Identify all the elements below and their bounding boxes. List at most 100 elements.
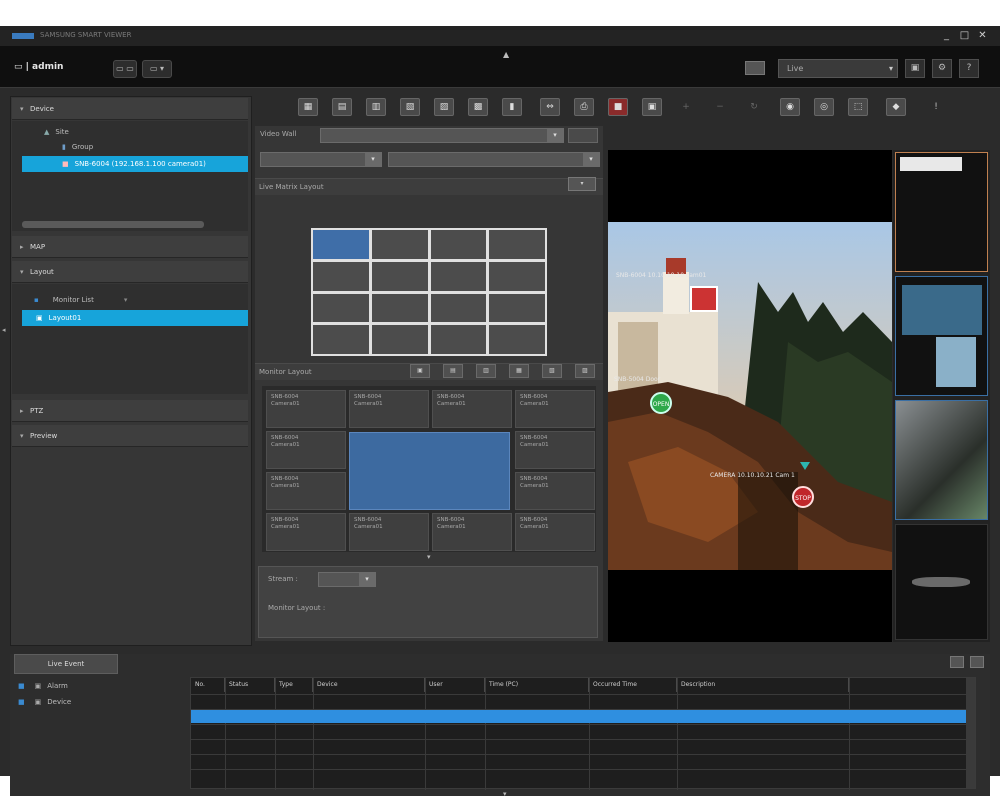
layout-1-icon[interactable]: ▣ xyxy=(410,364,430,378)
matrix-cell[interactable] xyxy=(313,261,369,291)
matrix-options-button[interactable]: ▾ xyxy=(568,177,596,191)
camera-tag-1[interactable]: SNB-6004 10.10.10.10 cam01 xyxy=(616,272,706,279)
monitor-cell[interactable]: SNB-6004 Camera01 xyxy=(432,513,512,551)
fullscreen-icon[interactable]: ⬚ xyxy=(848,98,868,116)
thumbnail-4[interactable] xyxy=(895,524,988,640)
table-row[interactable] xyxy=(191,769,975,783)
layout-item-monitor-list[interactable]: ▪ Monitor List ▾ xyxy=(34,292,127,308)
matrix-cell[interactable] xyxy=(313,325,369,354)
video-wall-filter-select[interactable]: ▾ xyxy=(260,152,382,167)
camera-tag-3[interactable]: CAMERA 10.10.10.21 Cam 1 xyxy=(710,472,795,479)
camera-add-icon[interactable]: ▦ xyxy=(298,98,318,116)
device-section-header[interactable]: ▾ Device xyxy=(12,98,248,120)
monitor-cell[interactable]: SNB-6004 Camera01 xyxy=(432,390,512,428)
alarm-icon[interactable]: ◆ xyxy=(886,98,906,116)
matrix-cell[interactable] xyxy=(430,261,487,291)
matrix-cell[interactable] xyxy=(489,325,545,354)
preview-section-header[interactable]: ▾ Preview xyxy=(12,425,248,447)
matrix-cell[interactable] xyxy=(313,230,369,259)
column-header-status[interactable]: Status xyxy=(225,678,275,692)
monitor-cell[interactable]: SNB-6004 Camera01 xyxy=(266,390,346,428)
table-row[interactable] xyxy=(191,724,975,738)
video-wall-apply-button[interactable] xyxy=(568,128,598,143)
tree-item-site[interactable]: ▲ Site xyxy=(44,124,69,140)
column-header-type[interactable]: Type xyxy=(275,678,313,692)
filter-alarm[interactable]: ■ ▣ Alarm xyxy=(18,678,68,694)
column-header-device[interactable]: Device xyxy=(313,678,425,692)
playback-icon[interactable]: ▨ xyxy=(434,98,454,116)
map-section-header[interactable]: ▸ MAP xyxy=(12,236,248,258)
matrix-cell[interactable] xyxy=(430,293,487,323)
stop-record-icon[interactable]: ■ xyxy=(608,98,628,116)
column-header-no[interactable]: No. xyxy=(191,678,225,692)
monitor-icon[interactable]: ▣ xyxy=(905,59,925,78)
layout-custom-icon[interactable]: ▧ xyxy=(542,364,562,378)
monitor-cell[interactable]: SNB-6004 Camera01 xyxy=(515,513,595,551)
monitor-cell[interactable]: SNB-6004 Camera01 xyxy=(266,431,346,469)
stream-select[interactable]: ▾ xyxy=(318,572,376,587)
checkbox-icon[interactable]: ■ xyxy=(18,682,25,690)
preset-icon[interactable]: ◎ xyxy=(814,98,834,116)
snapshot-icon[interactable]: ▩ xyxy=(468,98,488,116)
collapse-bottom-icon[interactable]: ▾ xyxy=(503,790,507,798)
matrix-cell[interactable] xyxy=(371,230,428,259)
ptz-control-icon[interactable]: ◉ xyxy=(780,98,800,116)
matrix-cell[interactable] xyxy=(371,293,428,323)
monitor-select[interactable]: ▾ xyxy=(388,152,600,167)
mode-select[interactable]: Live ▾ xyxy=(778,59,898,78)
filter-device[interactable]: ■ ▣ Device xyxy=(18,694,71,710)
column-header-description[interactable]: Description xyxy=(677,678,849,692)
event-settings-icon[interactable] xyxy=(950,656,964,668)
user-label[interactable]: ▭ | admin xyxy=(14,62,63,72)
info-icon[interactable]: ! xyxy=(926,98,946,116)
view-menu-button[interactable]: ▭ ▾ xyxy=(142,60,172,78)
ptz-section-header[interactable]: ▸ PTZ xyxy=(12,400,248,422)
matrix-layout-grid[interactable] xyxy=(311,228,547,356)
layout-grid-icon[interactable]: ▤ xyxy=(332,98,352,116)
live-video-view[interactable]: SNB-6004 10.10.10.10 cam01 SNB-5004 Door… xyxy=(608,150,892,642)
screen-icon[interactable] xyxy=(745,61,765,75)
help-icon[interactable]: ? xyxy=(959,59,979,78)
monitor-cell[interactable]: SNB-6004 Camera01 xyxy=(349,513,429,551)
matrix-cell[interactable] xyxy=(489,293,545,323)
layout-item-layout01[interactable]: ▣ Layout01 xyxy=(22,310,248,326)
matrix-cell[interactable] xyxy=(430,230,487,259)
door-open-marker-icon[interactable]: OPEN xyxy=(650,392,672,414)
maximize-button[interactable]: □ xyxy=(958,29,971,42)
print-icon[interactable]: ⎙ xyxy=(574,98,594,116)
event-clear-icon[interactable] xyxy=(970,656,984,668)
layout-edit-icon[interactable]: ▨ xyxy=(575,364,595,378)
matrix-cell[interactable] xyxy=(489,261,545,291)
fit-screen-icon[interactable]: ⇔ xyxy=(540,98,560,116)
camera-marker-red-icon[interactable] xyxy=(690,286,718,312)
monitor-cell[interactable]: SNB-6004 Camera01 xyxy=(266,513,346,551)
matrix-cell[interactable] xyxy=(371,261,428,291)
layout-toggle-button[interactable]: ▭ ▭ xyxy=(113,60,137,78)
gear-icon[interactable]: ⚙ xyxy=(932,59,952,78)
record-list-icon[interactable]: ▧ xyxy=(400,98,420,116)
audio-icon[interactable]: ▣ xyxy=(642,98,662,116)
checkbox-icon[interactable]: ■ xyxy=(18,698,25,706)
monitor-cell-selected-merged[interactable] xyxy=(349,432,510,510)
trash-icon[interactable]: ▮ xyxy=(502,98,522,116)
table-vertical-scrollbar[interactable] xyxy=(966,678,975,788)
tree-item-group[interactable]: ▮ Group xyxy=(62,139,93,155)
tree-item-camera[interactable]: ■ SNB-6004 (192.168.1.100 camera01) xyxy=(22,156,248,172)
column-header-user[interactable]: User xyxy=(425,678,485,692)
camera-tag-2[interactable]: SNB-5004 Door xyxy=(614,376,660,383)
matrix-cell[interactable] xyxy=(313,293,369,323)
minimize-button[interactable]: _ xyxy=(940,29,953,42)
column-header-occurred-time[interactable]: Occurred Time xyxy=(589,678,677,692)
thumbnail-2[interactable] xyxy=(895,276,988,396)
monitor-cell[interactable]: SNB-6004 Camera01 xyxy=(515,390,595,428)
tree-horizontal-scrollbar[interactable] xyxy=(22,221,204,228)
thumbnail-1[interactable] xyxy=(895,152,988,272)
column-header-time-pc[interactable]: Time (PC) xyxy=(485,678,589,692)
matrix-cell[interactable] xyxy=(430,325,487,354)
matrix-cell[interactable] xyxy=(489,230,545,259)
matrix-cell[interactable] xyxy=(371,325,428,354)
tab-live-event[interactable]: Live Event xyxy=(14,654,118,674)
layout-4-icon[interactable]: ▤ xyxy=(443,364,463,378)
layout-section-header[interactable]: ▾ Layout xyxy=(12,261,248,283)
table-row-selected[interactable] xyxy=(191,709,975,723)
